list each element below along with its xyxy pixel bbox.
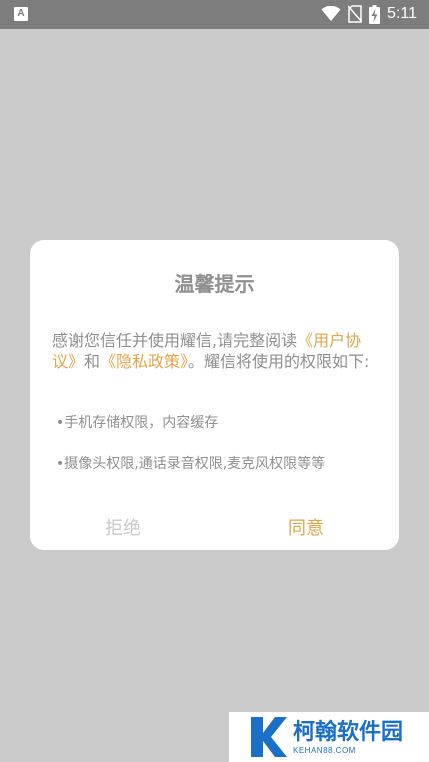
no-sim-icon (348, 5, 363, 23)
privacy-dialog: 温馨提示 感谢您信任并使用耀信,请完整阅读《用户协议》和《隐私政策》。耀信将使用… (30, 240, 399, 550)
and-text: 和 (84, 352, 101, 371)
watermark-logo (251, 717, 287, 757)
battery-charging-icon (369, 4, 381, 24)
status-icons: 5:11 (321, 4, 417, 24)
watermark-domain: KEHAN88.COM (293, 745, 356, 755)
agree-button[interactable]: 同意 (288, 514, 324, 540)
dialog-content: 感谢您信任并使用耀信,请完整阅读《用户协议》和《隐私政策》。耀信将使用的权限如下… (52, 330, 380, 372)
dialog-title: 温馨提示 (174, 272, 255, 296)
reject-button[interactable]: 拒绝 (105, 514, 141, 540)
app-notification-icon: A (14, 7, 28, 21)
permission-camera: •摄像头权限,通话录音权限,麦克风权限等等 (56, 456, 326, 472)
content-prefix: 感谢您信任并使用耀信,请完整阅读 (52, 331, 298, 350)
content-suffix: 。耀信将使用的权限如下: (188, 352, 370, 371)
watermark-name: 柯翰软件园 (293, 719, 404, 745)
privacy-policy-link[interactable]: 《隐私政策》 (100, 352, 188, 371)
status-bar: A 5:11 (0, 0, 429, 29)
permission-storage: •手机存储权限，内容缓存 (56, 415, 219, 431)
watermark: 柯翰软件园 KEHAN88.COM (229, 712, 429, 762)
clock: 5:11 (387, 5, 417, 22)
wifi-icon (321, 6, 341, 21)
